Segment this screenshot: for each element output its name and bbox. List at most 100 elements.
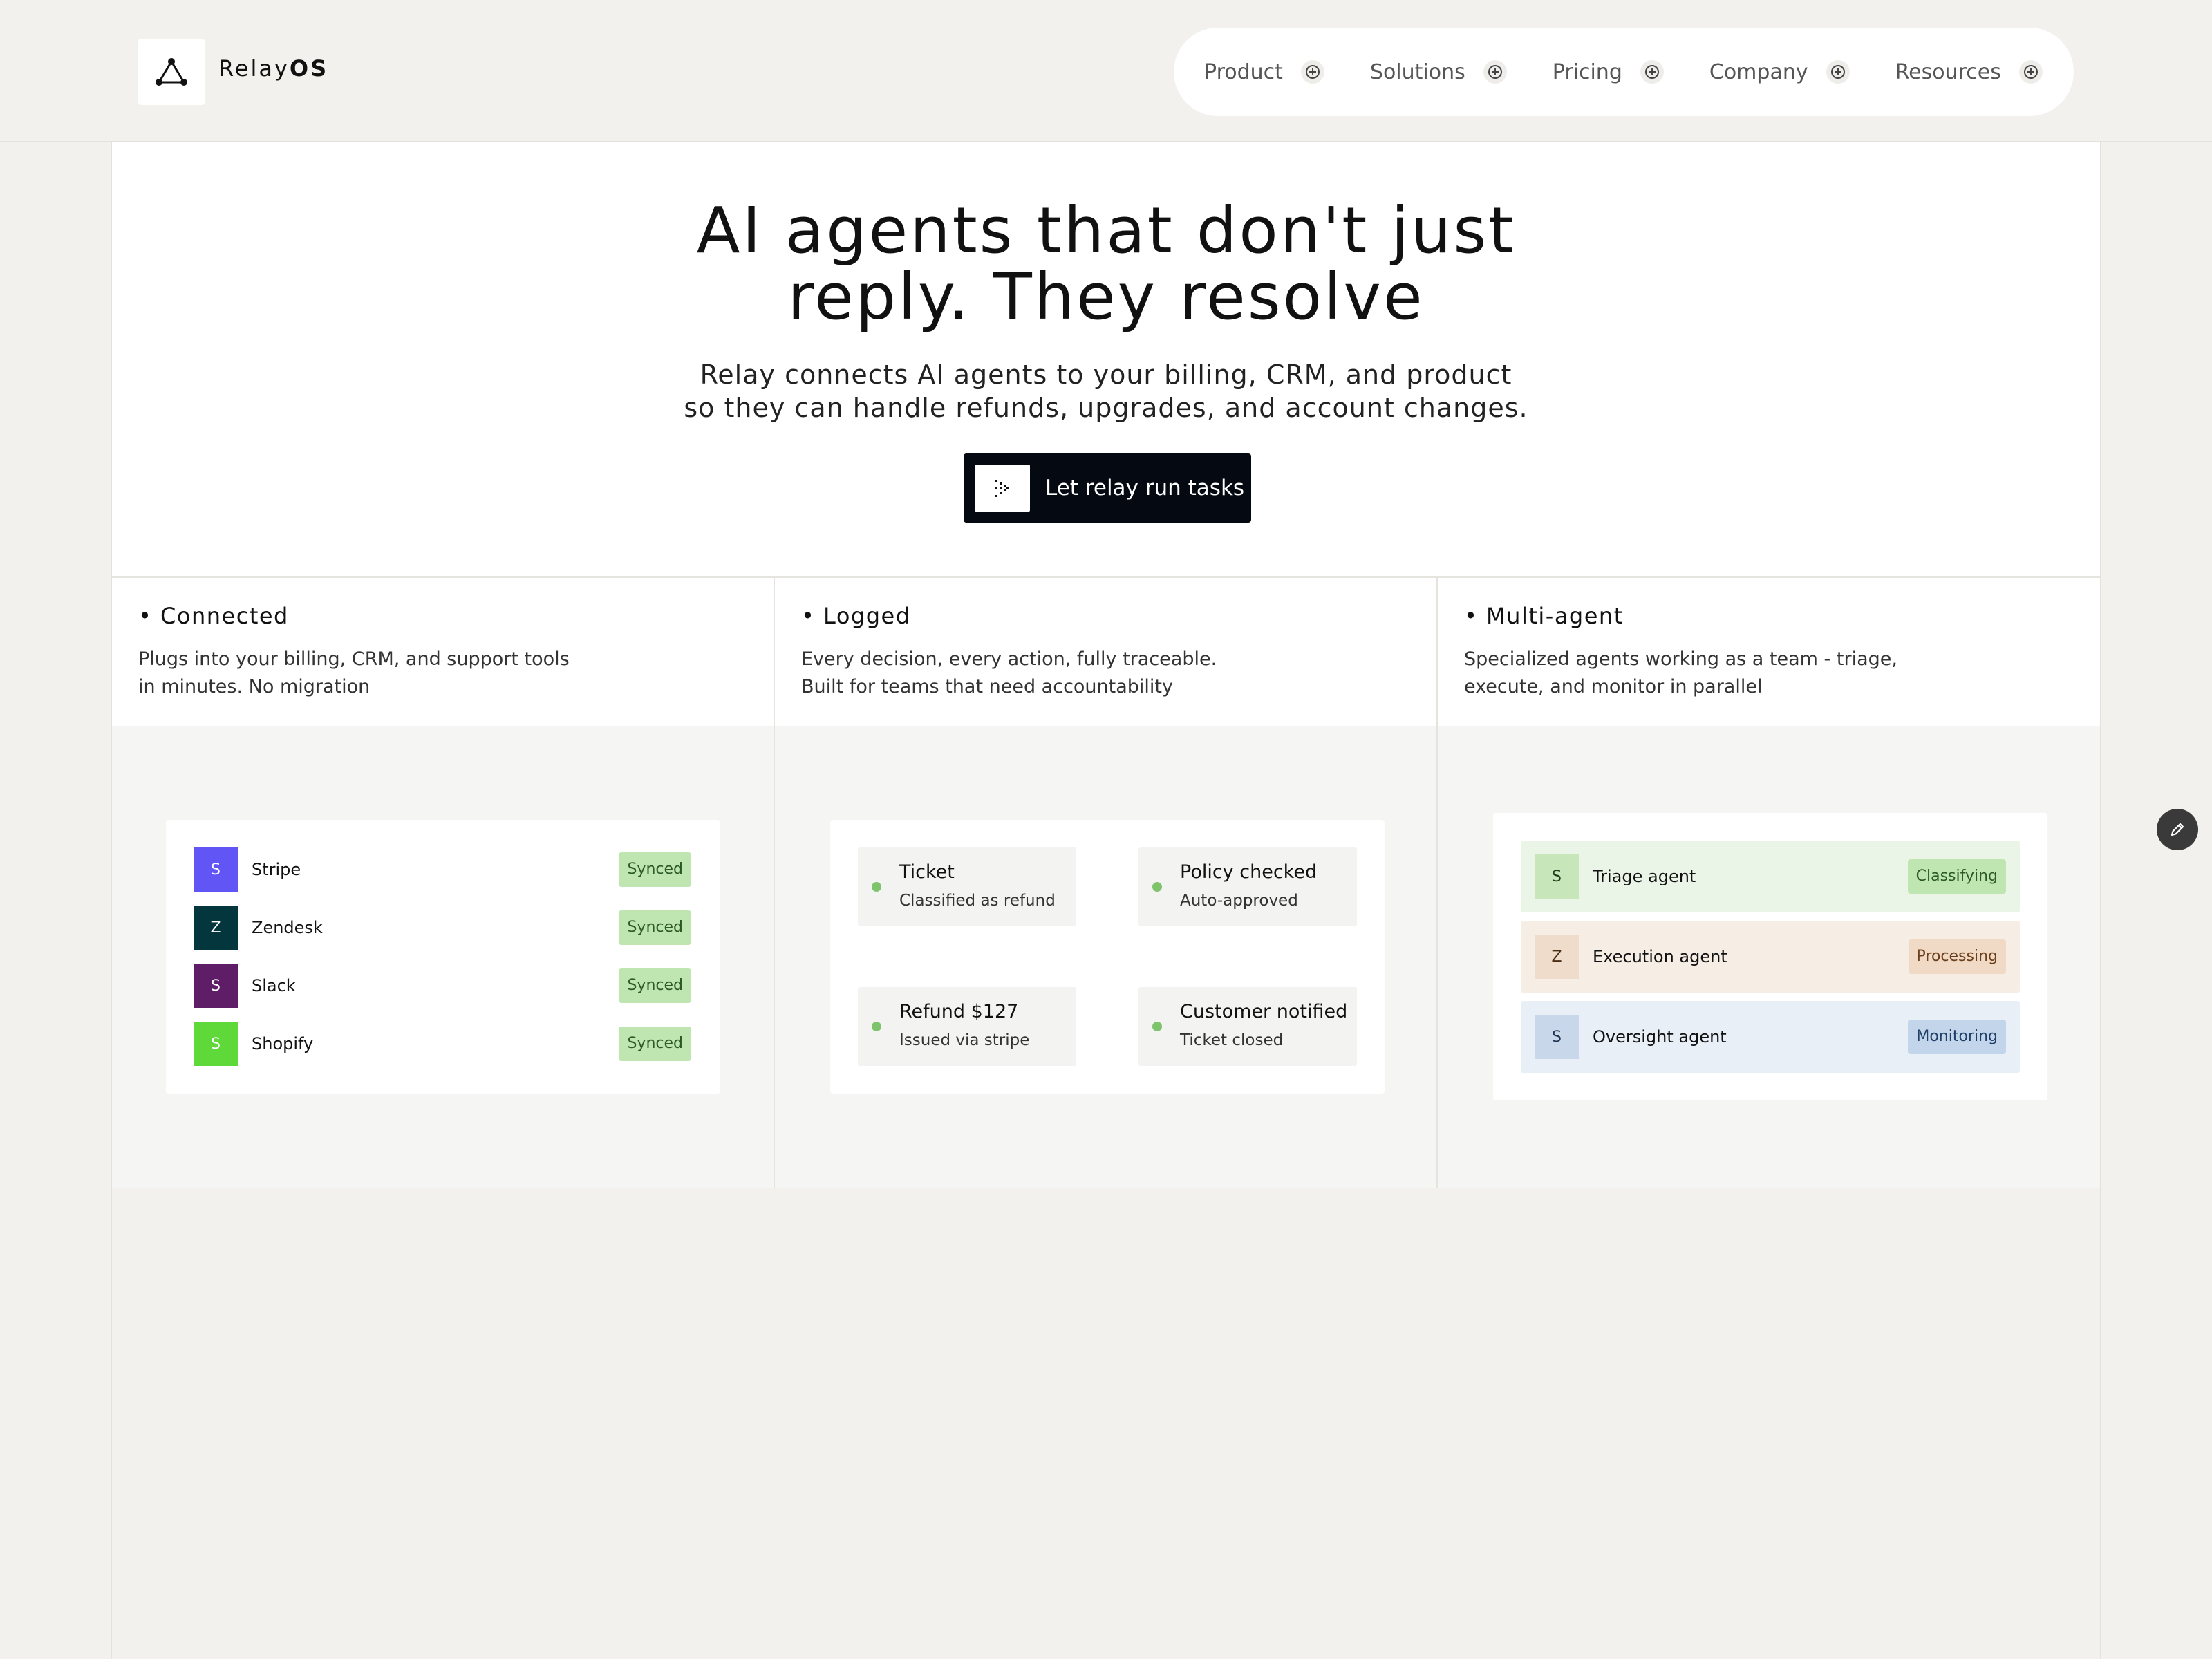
log-step-detail: Issued via stripe [899,1031,1030,1049]
feature-multi-agent: • Multi-agent Specialized agents working… [1438,578,2100,1188]
main-panel: AI agents that don't just reply. They res… [111,142,2101,1659]
log-step-title: Ticket [899,861,955,883]
feature-desc-line2: in minutes. No migration [138,676,371,697]
agent-name: Triage agent [1593,867,1696,886]
hero-subtitle-line2: so they can handle refunds, upgrades, an… [684,393,1528,423]
log-step-detail: Auto-approved [1180,892,1298,910]
feature-header: • Connected Plugs into your billing, CRM… [112,578,774,726]
feature-description: Plugs into your billing, CRM, and suppor… [138,646,636,701]
status-badge: Processing [1908,939,2006,974]
feature-connected: • Connected Plugs into your billing, CRM… [112,578,775,1188]
feature-description: Every decision, every action, fully trac… [801,646,1299,701]
status-dot [872,882,881,892]
status-badge: Classifying [1907,859,2006,894]
log-step-title: Refund $127 [899,1001,1019,1022]
feature-desc-line2: execute, and monitor in parallel [1464,676,1763,697]
brand-prefix: Relay [218,55,290,82]
log-step-title: Policy checked [1180,861,1318,883]
log-step-detail: Classified as refund [899,892,1056,910]
log-step: Policy checked Auto-approved [1138,847,1357,926]
agent-name: Execution agent [1593,947,1727,966]
integration-name: Stripe [252,860,301,879]
nav-company[interactable]: Company [1709,60,1850,84]
integration-avatar: S [194,847,238,892]
log-step-detail: Ticket closed [1180,1031,1284,1049]
agents-card: S Triage agent Classifying Z Execution a… [1493,813,2047,1100]
agent-avatar: S [1535,1015,1579,1059]
feature-preview: S Triage agent Classifying Z Execution a… [1438,726,2100,1188]
agent-avatar: Z [1535,935,1579,979]
integration-name: Zendesk [252,918,323,937]
agent-name: Oversight agent [1593,1027,1727,1047]
integration-row: S Shopify Synced [194,1022,691,1066]
hero-section: AI agents that don't just reply. They res… [112,142,2100,578]
nav-label: Company [1709,59,1808,84]
nav-resources[interactable]: Resources [1895,60,2043,84]
hero-title-line2: reply. They resolve [787,260,1425,334]
integration-name: Shopify [252,1034,314,1053]
feature-title: • Connected [138,603,289,629]
feature-header: • Multi-agent Specialized agents working… [1438,578,2100,726]
brand-suffix: OS [289,55,329,82]
pencil-icon [2171,823,2184,836]
plus-circle-icon [2018,60,2043,84]
hero-subtitle: Relay connects AI agents to your billing… [112,358,2100,424]
plus-circle-icon [1640,60,1664,84]
feature-title: • Multi-agent [1464,603,1624,629]
dotted-arrow-icon [975,465,1030,512]
integration-avatar: Z [194,906,238,950]
plus-circle-icon [1300,60,1324,84]
feature-description: Specialized agents working as a team - t… [1464,646,1962,701]
logo[interactable] [138,39,205,105]
agent-avatar: S [1535,854,1579,899]
feature-preview: S Stripe Synced Z Zendesk Synced S Slack… [112,726,774,1188]
nav-product[interactable]: Product [1204,60,1324,84]
status-dot [1152,1022,1162,1031]
agent-row: S Triage agent Classifying [1521,841,2020,912]
integration-row: Z Zendesk Synced [194,906,691,950]
features-grid: • Connected Plugs into your billing, CRM… [112,578,2100,1188]
log-step: Customer notified Ticket closed [1138,987,1357,1066]
nav-pricing[interactable]: Pricing [1553,60,1664,84]
main-nav: Product Solutions Pricing Company Resour… [1174,28,2074,116]
status-badge: Synced [619,968,691,1003]
feature-title: • Logged [801,603,911,629]
status-badge: Monitoring [1908,1020,2006,1054]
agent-row: Z Execution agent Processing [1521,921,2020,993]
integration-avatar: S [194,964,238,1008]
plus-circle-icon [1826,60,1850,84]
brand-name[interactable]: RelayOS [218,55,328,82]
cta-label: Let relay run tasks [1045,476,1245,500]
nav-label: Resources [1895,59,2001,84]
nav-solutions[interactable]: Solutions [1370,60,1507,84]
integration-avatar: S [194,1022,238,1066]
integrations-card: S Stripe Synced Z Zendesk Synced S Slack… [166,820,720,1094]
feature-logged: • Logged Every decision, every action, f… [775,578,1438,1188]
feature-desc-line1: Specialized agents working as a team - t… [1464,648,1897,670]
log-step: Ticket Classified as refund [858,847,1076,926]
feature-desc-line1: Every decision, every action, fully trac… [801,648,1217,670]
integration-name: Slack [252,976,296,995]
status-dot [872,1022,881,1031]
hero-title: AI agents that don't just reply. They res… [112,198,2100,330]
edit-button[interactable] [2157,809,2198,850]
status-badge: Synced [619,852,691,887]
hero-title-line1: AI agents that don't just [696,194,1516,268]
nav-label: Product [1204,59,1283,84]
nav-label: Pricing [1552,59,1622,84]
status-badge: Synced [619,910,691,945]
site-header: RelayOS Product Solutions Pricing Compan… [0,0,2212,142]
agent-row: S Oversight agent Monitoring [1521,1001,2020,1073]
log-step: Refund $127 Issued via stripe [858,987,1076,1066]
plus-circle-icon [1483,60,1507,84]
feature-header: • Logged Every decision, every action, f… [775,578,1436,726]
hero-subtitle-line1: Relay connects AI agents to your billing… [700,359,1512,390]
triangle-nodes-icon [156,58,187,86]
log-step-title: Customer notified [1180,1001,1348,1022]
activity-log-card: Ticket Classified as refund Policy check… [830,820,1385,1094]
nav-label: Solutions [1369,59,1465,84]
status-badge: Synced [619,1027,691,1061]
integration-row: S Slack Synced [194,964,691,1008]
cta-button[interactable]: Let relay run tasks [964,453,1251,523]
feature-desc-line2: Built for teams that need accountability [801,676,1173,697]
